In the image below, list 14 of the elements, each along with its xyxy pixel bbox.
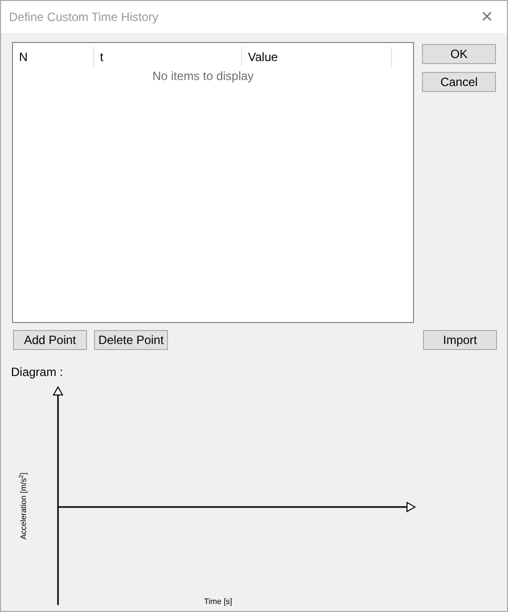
import-button[interactable]: Import [423,330,497,350]
x-axis-label: Time [s] [204,596,232,608]
ok-button[interactable]: OK [422,44,496,64]
add-point-button[interactable]: Add Point [13,330,87,350]
diagram-label: Diagram : [11,365,64,379]
list-view[interactable]: N t Value No items to display [12,42,414,323]
column-header[interactable]: t [94,47,242,67]
close-button[interactable]: × [475,5,499,29]
column-header[interactable]: Value [242,47,392,67]
empty-message: No items to display [152,68,254,85]
window-title: Define Custom Time History [9,9,158,26]
cancel-button[interactable]: Cancel [422,72,496,92]
delete-point-button[interactable]: Delete Point [94,330,168,350]
column-header[interactable]: N [13,47,94,67]
